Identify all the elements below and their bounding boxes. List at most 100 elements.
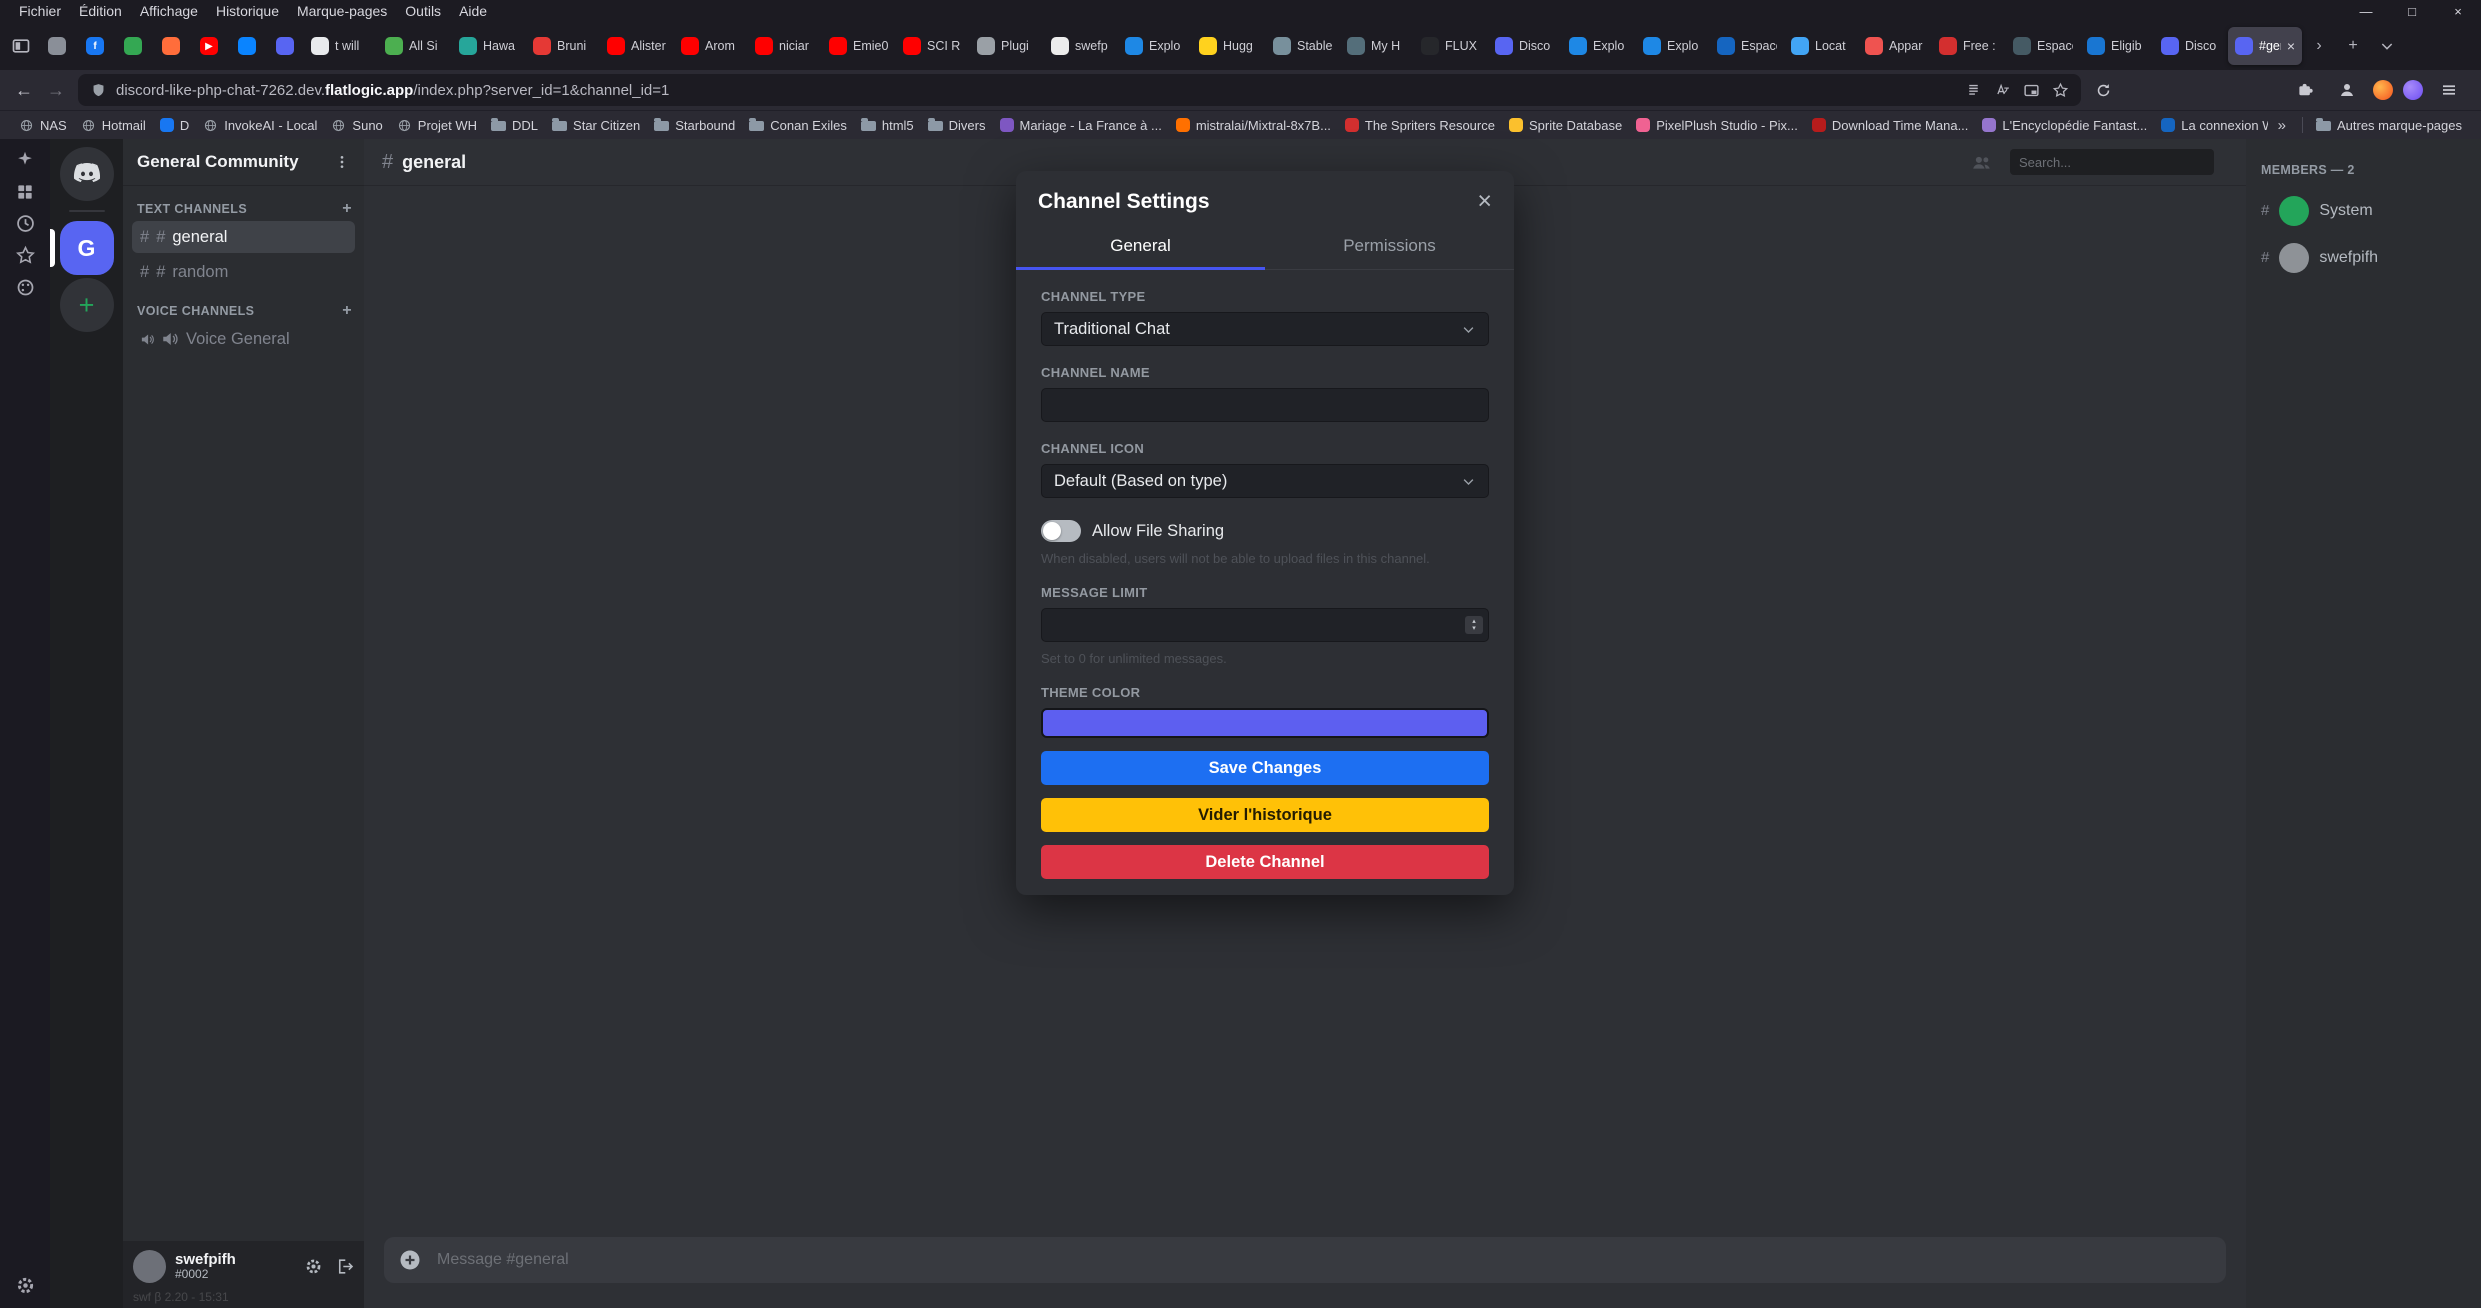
browser-tab[interactable]: Explo × — [1562, 27, 1636, 65]
bookmark-item[interactable]: Suno — [324, 115, 389, 136]
bookmark-item[interactable]: Projet WH — [390, 115, 484, 136]
ai-chat-icon[interactable] — [14, 149, 36, 171]
server-menu-icon[interactable] — [334, 154, 350, 170]
menu-item[interactable]: Outils — [396, 3, 450, 19]
bookmark-item[interactable]: La connexion Wifi et E... — [2154, 115, 2267, 136]
extensions-icon[interactable] — [2289, 74, 2321, 106]
browser-tab[interactable]: Disco × — [2154, 27, 2228, 65]
attach-plus-icon[interactable] — [398, 1248, 422, 1272]
theme-color-picker[interactable] — [1041, 708, 1489, 738]
bookmark-item[interactable]: NAS — [12, 115, 74, 136]
pinned-tab[interactable] — [114, 27, 152, 65]
browser-tab[interactable]: Stable × — [1266, 27, 1340, 65]
extension-icon-purple[interactable] — [2403, 80, 2423, 100]
bookmarks-overflow-chevron[interactable]: » — [2268, 117, 2296, 134]
message-input[interactable] — [435, 1250, 2212, 1270]
history-icon[interactable] — [15, 213, 36, 234]
browser-tab[interactable]: Espace cli × — [1710, 27, 1784, 65]
bookmark-item[interactable]: Sprite Database — [1502, 115, 1629, 136]
bookmark-item[interactable]: Star Citizen — [545, 115, 647, 136]
menu-item[interactable]: Affichage — [131, 3, 207, 19]
browser-tab[interactable]: Espace ab × — [2006, 27, 2080, 65]
message-limit-input[interactable] — [1041, 608, 1489, 642]
pinned-tab[interactable] — [152, 27, 190, 65]
bookmarks-icon[interactable] — [15, 245, 36, 266]
channel-icon-select[interactable]: Default (Based on type) — [1041, 464, 1489, 498]
browser-tab[interactable]: Emie0 × — [822, 27, 896, 65]
user-settings-icon[interactable] — [304, 1257, 323, 1276]
channel-type-select[interactable]: Traditional Chat — [1041, 312, 1489, 346]
close-icon[interactable]: × — [1477, 189, 1492, 214]
browser-tab[interactable]: Locat × — [1784, 27, 1858, 65]
modal-tab[interactable]: Permissions — [1265, 226, 1514, 270]
picture-in-picture-icon[interactable] — [2023, 82, 2040, 99]
browser-tab[interactable]: Free : × — [1932, 27, 2006, 65]
server-header[interactable]: General Community — [123, 139, 364, 186]
logout-icon[interactable] — [335, 1257, 354, 1276]
browser-tab[interactable]: Explo × — [1118, 27, 1192, 65]
spinner-down-icon[interactable]: ▾ — [1472, 625, 1476, 632]
browser-tab[interactable]: Hugg × — [1192, 27, 1266, 65]
browser-tab[interactable]: Appar × — [1858, 27, 1932, 65]
extension-icon-orange[interactable] — [2373, 80, 2393, 100]
pinned-tab[interactable]: ▶ — [190, 27, 228, 65]
palette-icon[interactable] — [15, 277, 36, 298]
menu-item[interactable]: Aide — [450, 3, 496, 19]
spinner-up-icon[interactable]: ▴ — [1472, 618, 1476, 625]
browser-tab[interactable]: Explo × — [1636, 27, 1710, 65]
translate-icon[interactable] — [1994, 82, 2011, 99]
bookmark-item[interactable]: L'Encyclopédie Fantast... — [1975, 115, 2154, 136]
tracking-protection-icon[interactable] — [90, 82, 107, 99]
number-spinner[interactable]: ▴▾ — [1465, 616, 1483, 634]
menu-item[interactable]: Historique — [207, 3, 288, 19]
browser-tab[interactable]: My H × — [1340, 27, 1414, 65]
maximize-button[interactable]: □ — [2389, 0, 2435, 22]
app-menu-icon[interactable] — [2433, 74, 2465, 106]
browser-tab[interactable]: niciar × — [748, 27, 822, 65]
list-all-tabs-button[interactable] — [2370, 29, 2404, 63]
bookmark-item[interactable]: The Spriters Resource — [1338, 115, 1502, 136]
reload-button[interactable] — [2087, 74, 2119, 106]
modal-action-button[interactable]: Vider l'historique — [1041, 798, 1489, 832]
bookmark-item[interactable]: Starbound — [647, 115, 742, 136]
search-input[interactable] — [2010, 149, 2214, 175]
channel-item[interactable]: # # general — [132, 221, 355, 253]
add-voice-channel-button[interactable]: + — [342, 302, 352, 320]
members-toggle-icon[interactable] — [1971, 152, 1992, 173]
add-server-button[interactable]: + — [60, 278, 114, 332]
other-bookmarks[interactable]: Autres marque-pages — [2309, 115, 2469, 136]
browser-tab[interactable]: #gener × — [2228, 27, 2302, 65]
bookmark-item[interactable]: D — [153, 115, 196, 136]
bookmark-item[interactable]: PixelPlush Studio - Pix... — [1629, 115, 1805, 136]
synced-tabs-icon[interactable] — [15, 182, 35, 202]
browser-tab[interactable]: Eligib × — [2080, 27, 2154, 65]
browser-tab[interactable]: Hawa × — [452, 27, 526, 65]
browser-tab[interactable]: Plugi × — [970, 27, 1044, 65]
minim ize-button[interactable]: — — [2343, 0, 2389, 22]
browser-tab[interactable]: Alister × — [600, 27, 674, 65]
browser-tab[interactable]: Bruni × — [526, 27, 600, 65]
browser-tab[interactable]: FLUX × — [1414, 27, 1488, 65]
bookmark-item[interactable]: InvokeAI - Local — [196, 115, 324, 136]
voice-channel-item[interactable]: Voice General — [132, 323, 355, 355]
new-tab-button[interactable]: + — [2336, 29, 2370, 63]
close-button[interactable]: × — [2435, 0, 2481, 22]
bookmark-item[interactable]: Download Time Mana... — [1805, 115, 1976, 136]
pinned-tab[interactable]: f — [76, 27, 114, 65]
menu-item[interactable]: Marque-pages — [288, 3, 396, 19]
pinned-tab[interactable] — [228, 27, 266, 65]
reader-mode-icon[interactable] — [1965, 82, 1982, 99]
browser-tab[interactable]: Arom × — [674, 27, 748, 65]
user-avatar[interactable] — [133, 1250, 166, 1283]
bookmark-item[interactable]: Mariage - La France à ... — [993, 115, 1169, 136]
home-discord-icon[interactable] — [60, 147, 114, 201]
message-composer[interactable] — [384, 1237, 2226, 1283]
pinned-tab[interactable] — [38, 27, 76, 65]
scroll-tabs-right-button[interactable]: › — [2302, 29, 2336, 63]
add-text-channel-button[interactable]: + — [342, 200, 352, 218]
account-icon[interactable] — [2331, 74, 2363, 106]
bookmark-item[interactable]: Hotmail — [74, 115, 153, 136]
browser-tab[interactable]: Disco × — [1488, 27, 1562, 65]
sidebar-toggle-button[interactable] — [4, 29, 38, 63]
bookmark-item[interactable]: mistralai/Mixtral-8x7B... — [1169, 115, 1338, 136]
